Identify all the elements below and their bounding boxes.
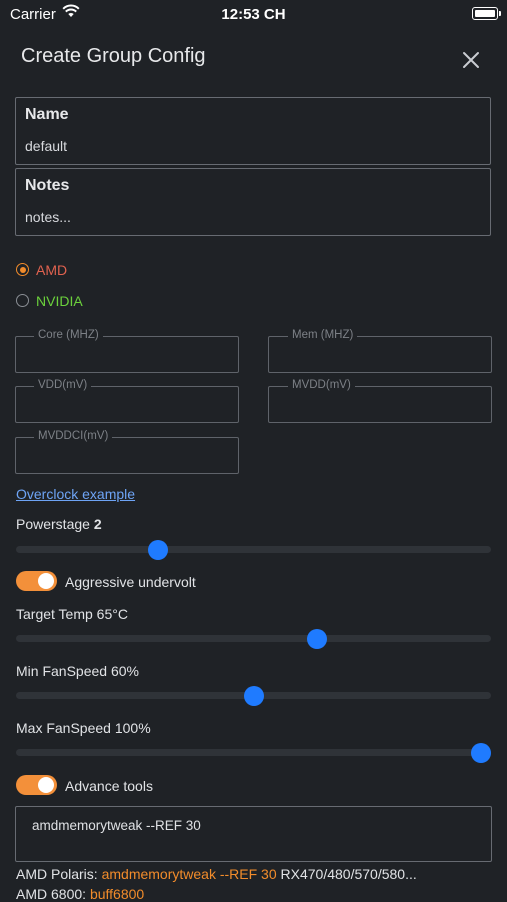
status-bar: Carrier 12:53 CH <box>0 0 507 30</box>
battery-icon <box>472 7 498 20</box>
name-value: default <box>25 138 68 154</box>
powerstage-label: Powerstage 2 <box>16 516 102 532</box>
battery-tip <box>499 11 501 16</box>
mvddci-label: MVDDCI(mV) <box>34 430 113 442</box>
radio-nvidia[interactable]: NVIDIA <box>16 293 136 311</box>
name-label: Name <box>25 106 69 123</box>
tools-textarea[interactable]: amdmemorytweak --REF 30 <box>15 806 492 862</box>
aggressive-undervolt-knob <box>38 573 54 589</box>
notes-label: Notes <box>25 177 70 194</box>
min-fanspeed-slider[interactable] <box>16 685 491 706</box>
vdd-field[interactable]: VDD(mV) <box>15 379 239 423</box>
hint-amd-polaris-suffix: RX470/480/570/580... <box>276 866 417 882</box>
min-fanspeed-slider-thumb[interactable] <box>243 685 264 706</box>
powerstage-slider[interactable] <box>16 539 491 560</box>
powerstage-slider-thumb[interactable] <box>147 539 168 560</box>
hint-amd-polaris-command[interactable]: amdmemorytweak --REF 30 <box>102 866 277 882</box>
radio-amd-indicator <box>16 263 29 276</box>
clock: 12:53 CH <box>221 6 286 23</box>
mvddci-field[interactable]: MVDDCI(mV) <box>15 430 239 474</box>
vdd-label: VDD(mV) <box>34 379 92 391</box>
advance-tools-label: Advance tools <box>65 778 153 794</box>
notes-value: notes... <box>25 209 71 225</box>
powerstage-text: Powerstage <box>16 516 90 532</box>
radio-nvidia-label: NVIDIA <box>36 293 83 309</box>
max-fanspeed-label: Max FanSpeed 100% <box>16 720 151 736</box>
notes-field[interactable]: Notes notes... <box>15 168 491 236</box>
radio-amd[interactable]: AMD <box>16 262 136 280</box>
advance-tools-knob <box>38 777 54 793</box>
tools-text: amdmemorytweak --REF 30 <box>32 818 201 833</box>
min-fanspeed-label: Min FanSpeed 60% <box>16 663 139 679</box>
target-temp-slider-thumb[interactable] <box>307 628 328 649</box>
mvdd-label: MVDD(mV) <box>288 379 355 391</box>
aggressive-undervolt-toggle[interactable] <box>16 571 57 591</box>
mem-field[interactable]: Mem (MHZ) <box>268 329 492 373</box>
aggressive-undervolt-label: Aggressive undervolt <box>65 574 196 590</box>
max-fanspeed-slider[interactable] <box>16 742 491 763</box>
page-title: Create Group Config <box>21 45 206 67</box>
overclock-example-link[interactable]: Overclock example <box>16 486 135 502</box>
mvdd-field[interactable]: MVDD(mV) <box>268 379 492 423</box>
powerstage-value: 2 <box>93 516 102 532</box>
core-label: Core (MHZ) <box>34 329 103 341</box>
hint-amd-polaris-prefix: AMD Polaris: <box>16 866 102 882</box>
close-icon[interactable] <box>459 48 483 72</box>
radio-nvidia-indicator <box>16 294 29 307</box>
name-field[interactable]: Name default <box>15 97 491 165</box>
advance-tools-toggle[interactable] <box>16 775 57 795</box>
core-field[interactable]: Core (MHZ) <box>15 329 239 373</box>
target-temp-slider[interactable] <box>16 628 491 649</box>
target-temp-label: Target Temp 65°C <box>16 606 128 622</box>
max-fanspeed-slider-thumb[interactable] <box>471 742 491 763</box>
mem-label: Mem (MHZ) <box>288 329 358 341</box>
hint-amd-polaris: AMD Polaris: amdmemorytweak --REF 30 RX4… <box>16 866 417 882</box>
radio-amd-label: AMD <box>36 262 68 278</box>
